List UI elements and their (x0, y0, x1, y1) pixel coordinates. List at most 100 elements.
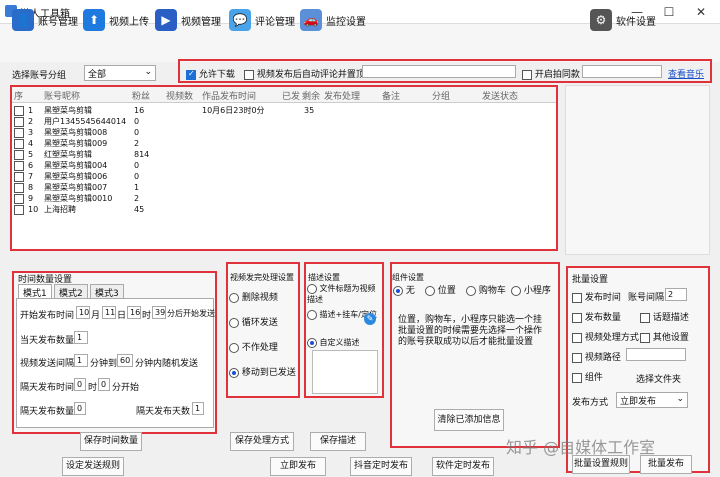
video-path-input[interactable] (626, 348, 686, 361)
save-description-button[interactable]: 保存描述 (310, 432, 366, 451)
row-checkbox[interactable] (14, 139, 24, 149)
process-move-radio[interactable] (229, 367, 239, 378)
batch-pub-time[interactable]: 发布时间 (572, 290, 621, 303)
row-checkbox[interactable] (14, 128, 24, 138)
batch-topic-checkbox[interactable] (640, 312, 650, 323)
pin-comment-option[interactable]: 视频发布后自动评论并置顶 (244, 67, 365, 80)
douyin-timer-button[interactable]: 抖音定时发布 (350, 457, 412, 476)
batch-component-checkbox[interactable] (572, 372, 582, 383)
comment-manage-button[interactable]: 💬 评论管理 (229, 6, 295, 34)
allow-download-checkbox[interactable] (186, 69, 196, 80)
software-settings-button[interactable]: ⚙ 软件设置 (590, 6, 656, 34)
component-cart-radio[interactable] (466, 285, 476, 296)
next-days-input[interactable]: 1 (192, 402, 204, 415)
next-count-input[interactable]: 0 (74, 402, 86, 415)
component-miniapp-radio[interactable] (511, 285, 521, 296)
publish-now-button[interactable]: 立即发布 (270, 457, 326, 476)
maximize-button[interactable]: ☐ (652, 2, 686, 22)
interval-max-input[interactable]: 60 (117, 354, 133, 367)
table-row[interactable]: 7 黑塑菜鸟剪辑006 0 (14, 172, 554, 182)
video-manage-button[interactable]: ▶ 视频管理 (155, 6, 221, 34)
table-row[interactable]: 8 黑塑菜鸟剪辑007 1 (14, 183, 554, 193)
save-process-button[interactable]: 保存处理方式 (230, 432, 294, 451)
view-music-link[interactable]: 查看音乐 (668, 67, 704, 80)
table-row[interactable]: 1 黑塑菜鸟剪辑 16 10月6日23时0分 35 (14, 106, 554, 116)
table-row[interactable]: 3 黑塑菜鸟剪辑008 0 (14, 128, 554, 138)
enable-same-option[interactable]: 开启拍同款 (522, 67, 580, 80)
close-button[interactable]: ✕ (684, 2, 718, 22)
component-location-radio[interactable] (425, 285, 435, 296)
process-none-radio[interactable] (229, 342, 239, 353)
daily-count-input[interactable]: 1 (74, 331, 88, 344)
component-opt-none[interactable]: 无 (393, 283, 415, 296)
table-row[interactable]: 5 红塑菜鸟剪辑 814 (14, 150, 554, 160)
next-hour-input[interactable]: 0 (74, 378, 86, 391)
row-checkbox[interactable] (14, 117, 24, 127)
row-checkbox[interactable] (14, 161, 24, 171)
process-opt-none[interactable]: 不作处理 (229, 340, 278, 353)
row-checkbox[interactable] (14, 183, 24, 193)
monitor-settings-button[interactable]: 🚗 监控设置 (300, 6, 366, 34)
process-opt-delete[interactable]: 删除视频 (229, 290, 278, 303)
publish-mode-select[interactable]: 立即发布 ⌄ (616, 392, 688, 408)
account-manage-button[interactable]: 👤 账号管理 (12, 6, 78, 34)
interval-min-input[interactable]: 1 (74, 354, 88, 367)
start-month-input[interactable]: 10 (76, 306, 90, 319)
row-checkbox[interactable] (14, 172, 24, 182)
table-row[interactable]: 9 黑塑菜鸟剪辑0010 2 (14, 194, 554, 204)
component-opt-location[interactable]: 位置 (425, 283, 456, 296)
pin-comment-checkbox[interactable] (244, 69, 254, 80)
desc-cart-radio[interactable] (307, 309, 317, 320)
row-checkbox[interactable] (14, 194, 24, 204)
edit-icon[interactable]: ✎ (364, 313, 376, 325)
acc-interval-input[interactable]: 2 (665, 288, 687, 301)
desc-filename-radio[interactable] (307, 283, 317, 294)
tab-mode2[interactable]: 模式2 (54, 284, 88, 299)
process-delete-radio[interactable] (229, 292, 239, 303)
set-send-rule-button[interactable]: 设定发送规则 (62, 457, 124, 476)
batch-pub-time-checkbox[interactable] (572, 292, 582, 303)
save-timing-button[interactable]: 保存时间数量 (80, 432, 142, 451)
pin-comment-input[interactable] (362, 65, 516, 78)
same-music-input[interactable] (582, 65, 662, 78)
allow-download-option[interactable]: 允许下载 (186, 67, 235, 80)
process-opt-move[interactable]: 移动到已发送 (229, 365, 296, 378)
table-row[interactable]: 6 黑塑菜鸟剪辑004 0 (14, 161, 554, 171)
row-checkbox[interactable] (14, 150, 24, 160)
enable-same-checkbox[interactable] (522, 69, 532, 80)
component-none-radio[interactable] (393, 285, 403, 296)
batch-path-checkbox[interactable] (572, 352, 582, 363)
batch-path[interactable]: 视频路径 (572, 350, 621, 363)
choose-folder-button[interactable]: 选择文件夹 (636, 372, 681, 385)
custom-desc-textarea[interactable] (312, 350, 378, 394)
component-opt-miniapp[interactable]: 小程序 (511, 283, 551, 296)
row-checkbox[interactable] (14, 106, 24, 116)
next-minute-input[interactable]: 0 (98, 378, 110, 391)
video-upload-button[interactable]: ⬆ 视频上传 (83, 6, 149, 34)
tab-mode3[interactable]: 模式3 (90, 284, 124, 299)
batch-component[interactable]: 组件 (572, 370, 603, 383)
batch-topic[interactable]: 话题描述 (640, 310, 689, 323)
batch-process[interactable]: 视频处理方式 (572, 330, 639, 343)
row-checkbox[interactable] (14, 205, 24, 215)
batch-pub-count-checkbox[interactable] (572, 312, 582, 323)
software-timer-button[interactable]: 软件定时发布 (432, 457, 494, 476)
batch-other[interactable]: 其他设置 (640, 330, 689, 343)
process-opt-loop[interactable]: 循环发送 (229, 315, 278, 328)
batch-process-checkbox[interactable] (572, 332, 582, 343)
batch-other-checkbox[interactable] (640, 332, 650, 343)
table-row[interactable]: 2 用户1345545644014 0 (14, 117, 554, 127)
start-hour-input[interactable]: 16 (127, 306, 141, 319)
desc-opt-filename[interactable]: 文件标题为视频描述 (307, 283, 377, 305)
start-minute-input[interactable]: 39 (152, 306, 166, 319)
desc-opt-custom[interactable]: 自定义描述 (307, 337, 360, 348)
start-day-input[interactable]: 11 (102, 306, 116, 319)
batch-pub-count[interactable]: 发布数量 (572, 310, 621, 323)
group-select[interactable]: 全部 ⌄ (84, 65, 156, 81)
component-opt-cart[interactable]: 购物车 (466, 283, 506, 296)
process-loop-radio[interactable] (229, 317, 239, 328)
table-row[interactable]: 10 上海招聘 45 (14, 205, 554, 215)
desc-custom-radio[interactable] (307, 337, 317, 348)
tab-mode1[interactable]: 模式1 (18, 284, 52, 299)
table-row[interactable]: 4 黑塑菜鸟剪辑009 2 (14, 139, 554, 149)
